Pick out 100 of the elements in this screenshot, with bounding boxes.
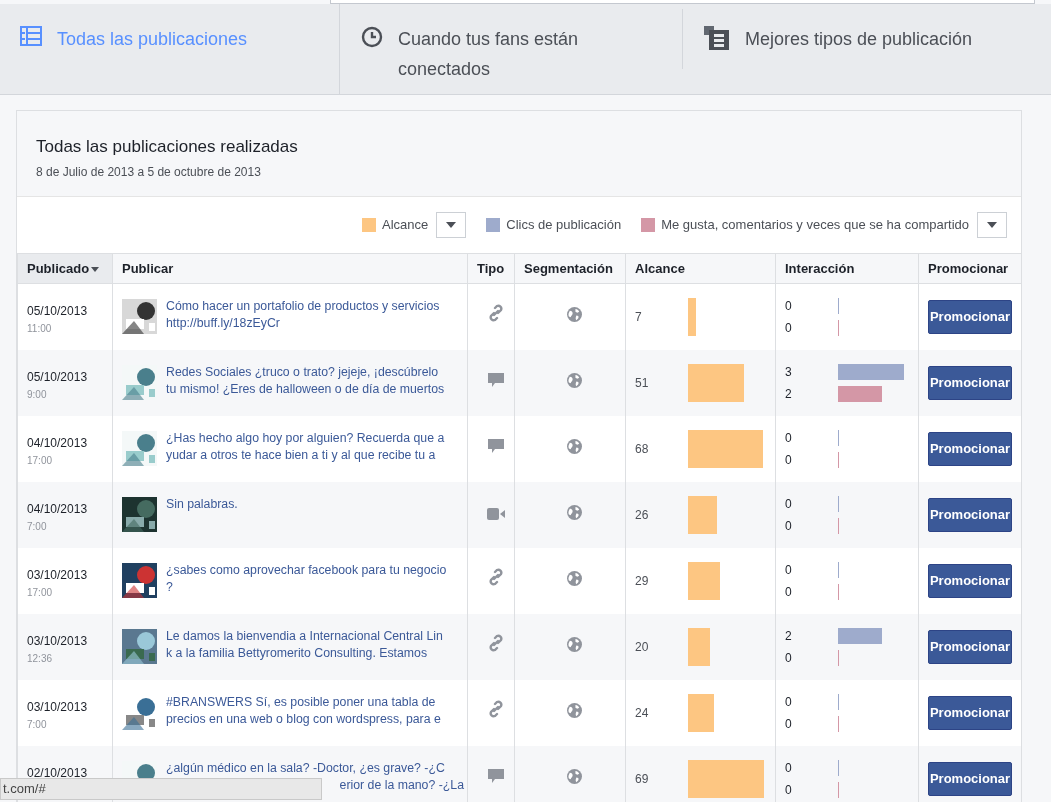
globe-icon [567,636,582,652]
video-camera-icon [486,507,505,520]
post-text-line[interactable]: erior de la mano? -¿La [339,776,464,794]
reach-value: 29 [635,572,650,590]
post-time: 17:00 [27,585,54,600]
reach-value: 69 [635,770,650,788]
reach-bar [688,693,715,732]
post-text-line[interactable]: Sin palabras. [166,495,238,513]
interactions-value: 0 [785,517,793,535]
clicks-value: 3 [785,363,793,381]
caret-icon [446,222,457,228]
reach-value: 68 [635,440,650,458]
globe-icon [567,504,582,520]
list-icon [19,25,43,47]
promote-button[interactable]: Promocionar [928,299,1012,334]
post-time: 17:00 [27,453,54,468]
clicks-bar [838,627,882,644]
clicks-value: 0 [785,561,793,579]
clicks-value: 0 [785,429,793,447]
promote-button[interactable]: Promocionar [928,365,1012,400]
post-date: 05/10/2013 [27,303,89,320]
interactions-value: 0 [785,319,793,337]
column-header[interactable]: Segmentación [514,253,626,284]
post-text-line[interactable]: precios en una web o blog con wordspress, para e [166,710,441,728]
post-date: 05/10/2013 [27,368,89,386]
clicks-value: 2 [785,627,793,645]
reach-bar [688,495,717,534]
panel-subtitle: 8 de Julio de 2013 a 5 de octubre de 2013 [36,163,262,181]
globe-icon [567,438,582,454]
promote-button[interactable]: Promocionar [928,497,1012,532]
column-header[interactable]: Promocionar [918,253,1022,284]
post-date: 03/10/2013 [27,566,89,584]
post-time: 11:00 [27,322,53,336]
clicks-value: 0 [785,759,793,777]
post-time: 12:36 [27,651,54,666]
panel-title: Todas las publicaciones realizadas [36,136,299,158]
post-text-line[interactable]: yudar a otros te hace bien a ti y al que recibe tu a [166,446,436,464]
interactions-value: 0 [785,451,793,469]
post-time: 9:00 [27,387,48,402]
tab[interactable]: Cuando tus fans están conectados [398,24,628,84]
reach-bar [688,561,720,600]
clicks-value: 0 [785,693,793,711]
promote-button[interactable]: Promocionar [928,629,1012,664]
clicks-bar [838,363,904,380]
interactions-bar [838,385,882,402]
interactions-value: 0 [785,715,793,733]
promote-button[interactable]: Promocionar [928,563,1012,598]
post-text-line[interactable]: ¿algún médico en la sala? -Doctor, ¿es grave? -¿C [166,759,445,777]
post-date: 04/10/2013 [27,434,89,452]
globe-icon [567,768,582,784]
legend-label: Me gusta, comentarios y veces que se ha compartido [661,216,969,235]
post-text-line[interactable]: k a la familia Bettyromerito Consulting. Estamos [166,644,428,662]
post-text-line[interactable]: Le damos la bienvendia a Internacional Central Lin [166,627,443,645]
speech-bubble-icon [487,437,504,454]
post-text-line[interactable]: Cómo hacer un portafolio de productos y servicios [166,298,440,315]
clock-icon [360,25,384,49]
column-header[interactable]: Interacción [775,253,919,284]
post-text-line[interactable]: ¿sabes como aprovechar facebook para tu negocio [166,561,447,579]
promote-button[interactable]: Promocionar [928,761,1012,796]
post-text-line[interactable]: ? [166,578,173,596]
column-header[interactable]: Alcance [625,253,776,284]
post-date: 03/10/2013 [27,698,89,716]
legend-label: Clics de publicación [506,216,622,235]
clicks-value: 0 [785,495,793,513]
globe-icon [567,570,582,586]
post-time: 7:00 [27,717,48,732]
column-header[interactable]: Publicar [112,253,468,284]
reach-bar [688,297,696,336]
interactions-value: 0 [785,649,793,667]
column-header[interactable]: Tipo [467,253,515,284]
reach-value: 7 [635,308,643,326]
interactions-value: 0 [785,583,793,601]
post-text-line[interactable]: tu mismo! ¿Eres de halloween o de día de muertos [166,380,445,398]
clicks-value: 0 [785,297,793,315]
speech-bubble-icon [487,371,504,388]
promote-button[interactable]: Promocionar [928,695,1012,730]
column-header[interactable]: Publicado [17,253,113,284]
stacked-pages-icon [703,25,731,51]
interactions-value: 0 [785,781,793,799]
dropdown-button[interactable] [977,212,1007,238]
reach-bar [688,627,710,666]
post-text-line[interactable]: ¿Has hecho algo hoy por alguien? Recuerda que a [166,429,445,447]
sort-caret-icon [91,266,100,272]
interactions-value: 2 [785,385,793,403]
reach-bar [688,363,745,402]
globe-icon [567,702,582,718]
reach-value: 51 [635,374,650,392]
post-text-line[interactable]: Redes Sociales ¿truco o trato? jejeje, ¡descúbrelo [166,363,439,381]
tab[interactable]: Mejores tipos de publicación [745,24,975,54]
post-date: 03/10/2013 [27,632,89,650]
post-text-line[interactable]: #BRANSWERS Sí, es posible poner una tabla de [166,693,436,711]
dropdown-button[interactable] [436,212,467,238]
reach-value: 20 [635,638,650,656]
post-text-line[interactable]: http://buff.ly/18zEyCr [166,315,280,332]
globe-icon [567,372,582,388]
caret-icon [987,222,997,228]
globe-icon [567,306,582,322]
promote-button[interactable]: Promocionar [928,431,1012,466]
post-time: 7:00 [27,519,48,534]
reach-value: 26 [635,506,650,524]
